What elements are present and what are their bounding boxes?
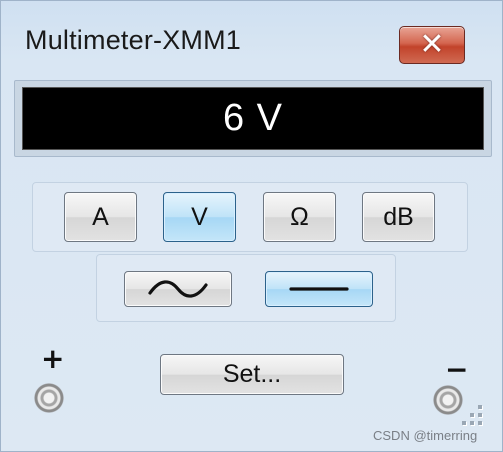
ac-sine-icon [148, 280, 208, 298]
negative-terminal[interactable] [433, 385, 463, 415]
decibel-label: dB [383, 202, 414, 231]
ohms-mode-button[interactable]: Ω [263, 192, 336, 242]
multimeter-window: Multimeter-XMM1 ✕ 6 V A V Ω dB + Set... … [0, 0, 503, 452]
volts-mode-button[interactable]: V [163, 192, 236, 242]
dc-mode-button[interactable] [265, 271, 373, 307]
ohms-label: Ω [290, 202, 309, 231]
set-button[interactable]: Set... [160, 354, 344, 395]
set-button-label: Set... [222, 360, 282, 388]
decibel-mode-button[interactable]: dB [362, 192, 435, 242]
dc-line-icon [289, 287, 349, 291]
ac-mode-button[interactable] [124, 271, 232, 307]
display-reading: 6 V [222, 97, 284, 139]
display-screen: 6 V [22, 87, 484, 150]
close-button[interactable]: ✕ [399, 26, 465, 64]
amperes-mode-button[interactable]: A [64, 192, 137, 242]
resize-grip-icon[interactable] [460, 401, 490, 431]
volts-label: V [191, 202, 208, 231]
negative-terminal-label: − [445, 353, 469, 386]
positive-terminal[interactable] [34, 383, 64, 413]
window-title: Multimeter-XMM1 [25, 25, 242, 55]
close-icon: ✕ [419, 27, 445, 62]
watermark-text: CSDN @timerring [373, 428, 478, 443]
amperes-label: A [92, 202, 109, 231]
reading-display: 6 V [14, 80, 492, 157]
positive-terminal-label: + [41, 342, 65, 375]
